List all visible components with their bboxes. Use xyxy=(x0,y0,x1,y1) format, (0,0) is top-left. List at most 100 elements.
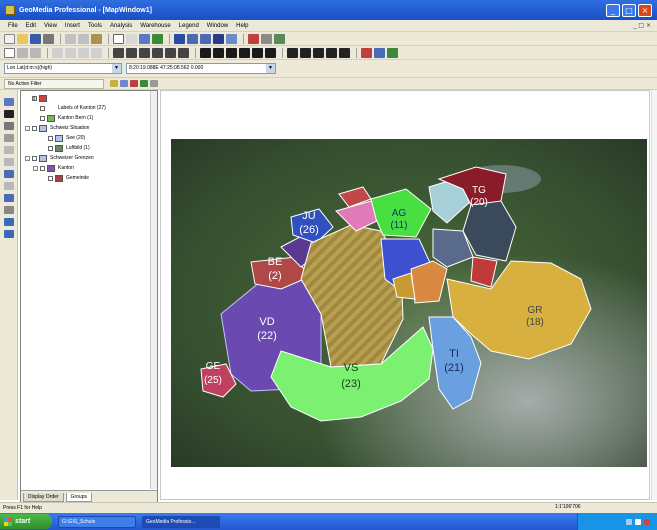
active-filter-label[interactable]: No Active Filter xyxy=(4,78,104,89)
rotate-icon[interactable] xyxy=(3,158,14,166)
insert-area-icon[interactable] xyxy=(152,47,163,58)
close-shape-icon[interactable] xyxy=(287,47,298,58)
network-icon[interactable] xyxy=(626,518,632,525)
legend-item[interactable]: Kanton Bern (1) xyxy=(21,113,151,123)
data-window-icon[interactable] xyxy=(274,33,285,44)
coordinate-readout-field[interactable]: 8:20:19.088E 47:25:08.562 0.000 ▼ xyxy=(126,63,276,74)
menu-edit[interactable]: Edit xyxy=(22,23,40,29)
vertex-icon[interactable] xyxy=(313,47,324,58)
menu-view[interactable]: View xyxy=(40,23,61,29)
layer-visibility-checkbox[interactable] xyxy=(40,105,45,111)
fill-icon[interactable] xyxy=(326,47,337,58)
collapse-icon[interactable]: - xyxy=(33,165,38,171)
map-canvas[interactable]: JU (26) AG (11) TG (20) BE (2) VD (22) G… xyxy=(171,139,647,467)
tree-node-icon[interactable] xyxy=(41,175,46,181)
trim-icon[interactable] xyxy=(265,47,276,58)
legend-item[interactable]: - Schweizer Grenzen xyxy=(21,153,151,163)
fix-icon[interactable] xyxy=(374,47,385,58)
legend-toggle-icon[interactable] xyxy=(3,98,14,106)
copy-icon[interactable] xyxy=(78,33,89,44)
new-icon[interactable] xyxy=(4,33,15,44)
north-arrow-icon[interactable] xyxy=(3,110,14,118)
layer-visibility-checkbox[interactable] xyxy=(48,175,53,181)
legend-item[interactable]: Gemeinde xyxy=(21,173,151,183)
spatial-query-icon[interactable] xyxy=(248,33,259,44)
open-icon[interactable] xyxy=(17,33,28,44)
legend-item[interactable]: - Schweiz Situation xyxy=(21,123,151,133)
layout-icon[interactable] xyxy=(3,182,14,190)
draw-line-icon[interactable] xyxy=(200,47,211,58)
join-icon[interactable] xyxy=(3,206,14,214)
map-scrollbar[interactable] xyxy=(651,90,657,500)
tree-node-icon[interactable] xyxy=(33,105,38,111)
filter-edit-icon[interactable] xyxy=(130,80,138,87)
filter-clear-icon[interactable] xyxy=(120,80,128,87)
menu-help[interactable]: Help xyxy=(232,23,252,29)
attribute-query-icon[interactable] xyxy=(261,33,272,44)
legend-item[interactable]: x xyxy=(21,93,151,103)
pointer-icon[interactable] xyxy=(4,47,15,58)
filter-options-icon[interactable] xyxy=(150,80,158,87)
chevron-down-icon[interactable]: ▼ xyxy=(266,64,275,73)
smooth-icon[interactable] xyxy=(300,47,311,58)
split-icon[interactable] xyxy=(252,47,263,58)
pan-icon[interactable] xyxy=(126,33,137,44)
draw-arc-icon[interactable] xyxy=(213,47,224,58)
legend-item[interactable]: - Kanton xyxy=(21,163,151,173)
layer-visibility-checkbox[interactable] xyxy=(40,115,45,121)
insert-text-icon[interactable] xyxy=(126,47,137,58)
insert-feature-icon[interactable] xyxy=(113,47,124,58)
minimize-icon[interactable]: _ xyxy=(606,3,620,17)
layer-visibility-checkbox[interactable] xyxy=(48,145,53,151)
close-icon[interactable]: × xyxy=(638,3,652,17)
georeference-icon[interactable] xyxy=(387,47,398,58)
measure-icon[interactable] xyxy=(3,146,14,154)
validate-icon[interactable] xyxy=(361,47,372,58)
scale-bar-icon[interactable] xyxy=(3,122,14,130)
insert-label-icon[interactable] xyxy=(139,47,150,58)
menu-tools[interactable]: Tools xyxy=(84,23,106,29)
tree-node-icon[interactable] xyxy=(41,145,46,151)
taskbar-item-folder[interactable]: G:\GIS_Schule xyxy=(58,515,136,528)
layer-visibility-checkbox[interactable] xyxy=(32,155,37,161)
tree-node-icon[interactable] xyxy=(25,95,30,101)
delete-icon[interactable] xyxy=(78,47,89,58)
refresh-icon[interactable] xyxy=(226,33,237,44)
buffer-icon[interactable] xyxy=(3,194,14,202)
tree-node-icon[interactable] xyxy=(33,115,38,121)
menu-legend[interactable]: Legend xyxy=(175,23,203,29)
filter-apply-icon[interactable] xyxy=(140,80,148,87)
undo-icon[interactable] xyxy=(52,47,63,58)
zoom-window-icon[interactable] xyxy=(174,33,185,44)
chevron-down-icon[interactable]: ▼ xyxy=(112,64,121,73)
select-tool-icon[interactable] xyxy=(113,33,124,44)
layer-visibility-checkbox[interactable] xyxy=(40,165,45,171)
security-icon[interactable] xyxy=(644,518,650,525)
snap-icon[interactable] xyxy=(17,47,28,58)
zoom-in-icon[interactable] xyxy=(187,33,198,44)
menu-warehouse[interactable]: Warehouse xyxy=(136,23,174,29)
zoom-out-icon[interactable] xyxy=(200,33,211,44)
collapse-icon[interactable]: - xyxy=(25,125,30,131)
construct-icon[interactable] xyxy=(239,47,250,58)
menu-file[interactable]: File xyxy=(4,23,22,29)
properties-icon[interactable] xyxy=(139,33,150,44)
taskbar-item-geomedia[interactable]: GeoMedia Professio... xyxy=(142,515,220,528)
move-icon[interactable] xyxy=(91,47,102,58)
erase-icon[interactable] xyxy=(339,47,350,58)
document-window-controls[interactable]: _ □ × xyxy=(633,22,651,29)
layer-visibility-checkbox[interactable] xyxy=(48,135,53,141)
menu-window[interactable]: Window xyxy=(203,23,232,29)
volume-icon[interactable] xyxy=(635,518,641,525)
cut-icon[interactable] xyxy=(65,33,76,44)
tab-display-order[interactable]: Display Order xyxy=(23,493,64,502)
tree-node-icon[interactable] xyxy=(41,135,46,141)
map-window[interactable]: JU (26) AG (11) TG (20) BE (2) VD (22) G… xyxy=(160,90,650,500)
legend-item[interactable]: Labels of Kanton (27) xyxy=(21,103,151,113)
panel-scrollbar[interactable] xyxy=(150,91,157,489)
filter-icon[interactable] xyxy=(110,80,118,87)
redo-icon[interactable] xyxy=(65,47,76,58)
thematic-icon[interactable] xyxy=(3,218,14,226)
collapse-icon[interactable]: - xyxy=(25,155,30,161)
digitize-icon[interactable] xyxy=(30,47,41,58)
